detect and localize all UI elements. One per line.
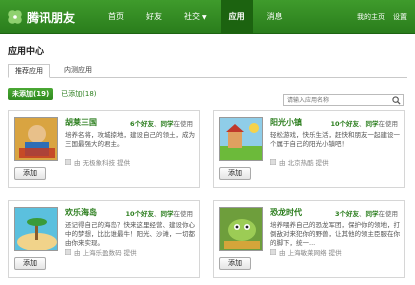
app-thumbnail-image bbox=[220, 208, 262, 250]
app-description: 培养喂养自己的恐龙军团，保护你的领地，打倒敌对来犯你的野兽，让其他的领主臣服在你… bbox=[270, 221, 400, 247]
app-provider: 由 北京热酷 提供 bbox=[270, 157, 329, 167]
friends-classmates[interactable]: 同学 bbox=[161, 210, 174, 218]
app-card: 阳光小镇 10个好友、同学在使用 轻松游戏，快乐生活，赶快和朋友一起建设一个属于… bbox=[213, 110, 405, 188]
provider-icon bbox=[270, 249, 276, 255]
app-description: 培养名将，攻城掠地，建设自己的领土，成为三国最强大的君主。 bbox=[65, 131, 195, 148]
search-box bbox=[283, 94, 404, 106]
friends-classmates[interactable]: 同学 bbox=[366, 210, 379, 218]
filter-not-added-button[interactable]: 未添加(19) bbox=[8, 88, 54, 100]
nav-friends[interactable]: 好友 bbox=[138, 0, 170, 34]
tab-recommended[interactable]: 推荐应用 bbox=[8, 64, 50, 78]
app-tabs: 推荐应用 内测应用 bbox=[8, 64, 407, 78]
app-provider: 由 上海乐盈数码 提供 bbox=[65, 247, 137, 257]
friends-count[interactable]: 3个好友 bbox=[335, 210, 359, 218]
provider-text: 由 无极象科技 提供 bbox=[74, 159, 131, 167]
filter-added-link[interactable]: 已添加(18) bbox=[61, 89, 96, 99]
friends-count[interactable]: 10个好友 bbox=[330, 120, 359, 128]
add-app-button[interactable]: 添加 bbox=[14, 257, 46, 270]
add-app-button[interactable]: 添加 bbox=[219, 257, 251, 270]
friends-classmates[interactable]: 同学 bbox=[161, 120, 174, 128]
search-input[interactable] bbox=[284, 95, 384, 105]
search-icon[interactable] bbox=[392, 96, 401, 105]
logo[interactable]: 腾讯朋友 bbox=[6, 6, 75, 28]
using-label: 在使用 bbox=[173, 210, 194, 218]
settings-link[interactable]: 设置 bbox=[393, 0, 407, 34]
chevron-down-icon: ▼ bbox=[202, 14, 207, 21]
logo-text: 腾讯朋友 bbox=[27, 10, 76, 25]
app-provider: 由 无极象科技 提供 bbox=[65, 157, 130, 167]
app-thumbnail[interactable] bbox=[219, 117, 263, 161]
friends-count[interactable]: 6个好友 bbox=[130, 120, 154, 128]
add-app-button[interactable]: 添加 bbox=[219, 167, 251, 180]
main-nav: 首页 好友 社交 ▼ 应用 消息 bbox=[100, 0, 297, 34]
nav-home[interactable]: 首页 bbox=[100, 0, 132, 34]
app-description: 还记得自己的海岛？快来这里经营、建设你心中的梦想，比比谁最牛！阳光、沙滩，一切都… bbox=[65, 221, 195, 247]
friends-classmates[interactable]: 同学 bbox=[366, 120, 379, 128]
nav-apps[interactable]: 应用 bbox=[220, 0, 253, 34]
friends-count[interactable]: 10个好友 bbox=[125, 210, 154, 218]
using-label: 在使用 bbox=[378, 210, 399, 218]
nav-messages[interactable]: 消息 bbox=[259, 0, 291, 34]
app-provider: 由 上海敏莱网络 提供 bbox=[270, 247, 342, 257]
app-thumbnail-image bbox=[15, 118, 57, 160]
add-app-button[interactable]: 添加 bbox=[14, 167, 46, 180]
using-label: 在使用 bbox=[173, 120, 194, 128]
app-card: 恐龙时代 3个好友、同学在使用 培养喂养自己的恐龙军团，保护你的领地，打倒敌对来… bbox=[213, 200, 405, 278]
friends-using: 10个好友、同学在使用 bbox=[330, 120, 399, 128]
clover-logo-icon bbox=[8, 10, 22, 24]
provider-icon bbox=[65, 159, 71, 165]
filter-bar: 未添加(19) 已添加(18) bbox=[8, 88, 97, 100]
friends-using: 10个好友、同学在使用 bbox=[125, 210, 194, 218]
app-card: 胡莱三国 6个好友、同学在使用 培养名将，攻城掠地，建设自己的领土，成为三国最强… bbox=[8, 110, 200, 188]
nav-social[interactable]: 社交 ▼ bbox=[176, 0, 215, 34]
top-navigation-bar: 腾讯朋友 首页 好友 社交 ▼ 应用 消息 我的主页 设置 bbox=[0, 0, 415, 34]
app-description: 轻松游戏，快乐生活，赶快和朋友一起建设一个属于自己的阳光小镇吧！ bbox=[270, 131, 400, 148]
tab-beta[interactable]: 内测应用 bbox=[58, 64, 98, 78]
my-homepage-link[interactable]: 我的主页 bbox=[357, 0, 385, 34]
app-name[interactable]: 恐龙时代 bbox=[270, 207, 302, 218]
app-thumbnail-image bbox=[15, 208, 57, 250]
provider-icon bbox=[270, 159, 276, 165]
provider-icon bbox=[65, 249, 71, 255]
nav-social-label: 社交 bbox=[184, 12, 200, 21]
friends-using: 3个好友、同学在使用 bbox=[334, 210, 399, 218]
page-title: 应用中心 bbox=[8, 47, 45, 57]
app-thumbnail[interactable] bbox=[219, 207, 263, 251]
app-thumbnail[interactable] bbox=[14, 117, 58, 161]
provider-text: 由 上海乐盈数码 提供 bbox=[74, 249, 137, 257]
app-name[interactable]: 欢乐海岛 bbox=[65, 207, 97, 218]
app-card: 欢乐海岛 10个好友、同学在使用 还记得自己的海岛？快来这里经营、建设你心中的梦… bbox=[8, 200, 200, 278]
app-thumbnail-image bbox=[220, 118, 262, 160]
using-label: 在使用 bbox=[378, 120, 399, 128]
provider-text: 由 上海敏莱网络 提供 bbox=[279, 249, 342, 257]
app-name[interactable]: 阳光小镇 bbox=[270, 117, 302, 128]
top-right-links: 我的主页 设置 bbox=[357, 0, 407, 34]
friends-using: 6个好友、同学在使用 bbox=[129, 120, 194, 128]
provider-text: 由 北京热酷 提供 bbox=[279, 159, 329, 167]
app-thumbnail[interactable] bbox=[14, 207, 58, 251]
app-name[interactable]: 胡莱三国 bbox=[65, 117, 97, 128]
